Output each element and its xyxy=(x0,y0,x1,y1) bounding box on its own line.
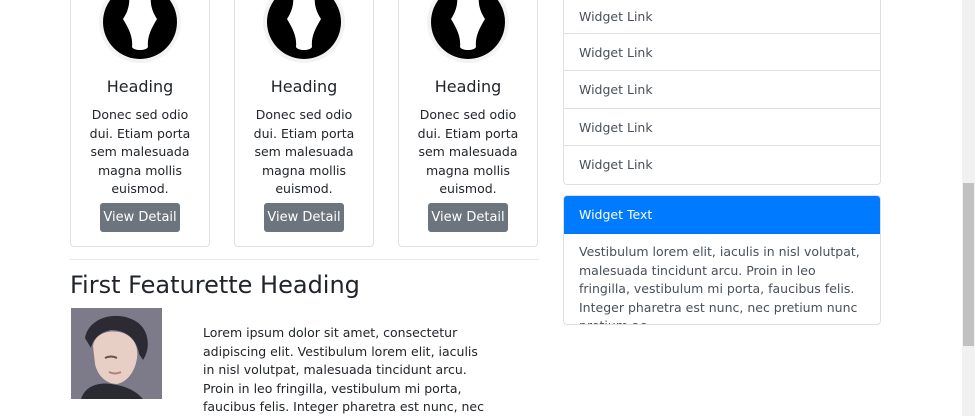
featurette-image xyxy=(71,308,162,399)
view-detail-button[interactable]: View Detail xyxy=(264,203,344,232)
person-silhouette-icon xyxy=(267,0,341,59)
card-heading: Heading xyxy=(434,77,502,96)
card-text: Donec sed odio dui. Etiam porta sem male… xyxy=(417,107,519,196)
page: Heading Donec sed odio dui. Etiam porta … xyxy=(0,0,975,416)
person-silhouette-icon xyxy=(103,0,177,59)
featurette-divider xyxy=(70,259,539,260)
card-3: Heading Donec sed odio dui. Etiam porta … xyxy=(398,0,538,247)
card-heading: Heading xyxy=(106,77,174,96)
widget-link-list: Widget Link Widget Link Widget Link Widg… xyxy=(563,0,881,185)
widget-text-card: Widget Text Vestibulum lorem elit, iacul… xyxy=(563,195,881,325)
card-avatar xyxy=(263,0,345,63)
view-detail-button[interactable]: View Detail xyxy=(100,203,180,232)
widget-link-2[interactable]: Widget Link xyxy=(564,34,880,72)
widget-link-5[interactable]: Widget Link xyxy=(564,146,880,183)
scrollbar-thumb[interactable] xyxy=(963,183,974,346)
featurette-text: Lorem ipsum dolor sit amet, consectetur … xyxy=(203,325,484,414)
widget-card-header: Widget Text xyxy=(564,196,880,234)
widget-link-4[interactable]: Widget Link xyxy=(564,109,880,147)
card-1: Heading Donec sed odio dui. Etiam porta … xyxy=(70,0,210,247)
card-heading: Heading xyxy=(270,77,338,96)
card-text: Donec sed odio dui. Etiam porta sem male… xyxy=(89,107,191,196)
person-silhouette-icon xyxy=(431,0,505,59)
view-detail-button[interactable]: View Detail xyxy=(428,203,508,232)
widget-card-body: Vestibulum lorem elit, iaculis in nisl v… xyxy=(579,244,860,324)
card-2: Heading Donec sed odio dui. Etiam porta … xyxy=(234,0,374,247)
portrait-photo xyxy=(71,308,162,399)
widget-link-3[interactable]: Widget Link xyxy=(564,71,880,109)
featurette-heading: First Featurette Heading xyxy=(70,271,360,299)
widget-link-1[interactable]: Widget Link xyxy=(564,0,880,34)
card-avatar xyxy=(427,0,509,63)
card-text: Donec sed odio dui. Etiam porta sem male… xyxy=(253,107,355,196)
vertical-scrollbar[interactable] xyxy=(962,0,975,416)
card-avatar xyxy=(99,0,181,63)
